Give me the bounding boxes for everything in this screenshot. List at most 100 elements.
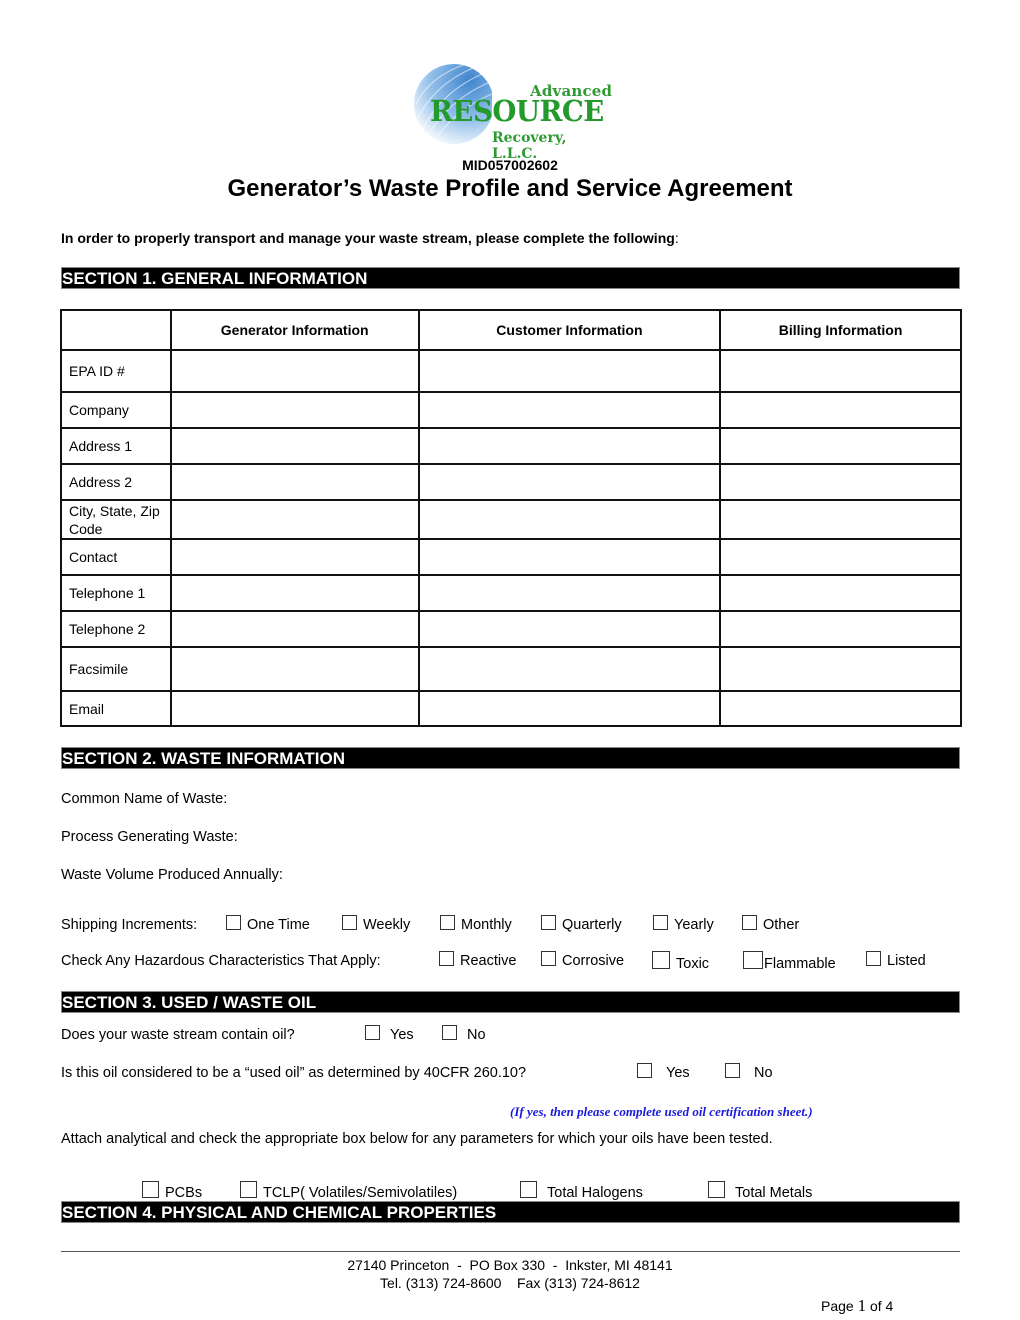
shipping-option-one-time[interactable]: One Time xyxy=(226,915,310,933)
customer-company-field[interactable] xyxy=(417,391,722,429)
waste-volume-field[interactable] xyxy=(322,865,960,885)
option-label: Flammable xyxy=(764,956,836,972)
billing-contact-field[interactable] xyxy=(719,538,962,576)
table-row-contact: Contact xyxy=(60,538,962,576)
intro-text-body: In order to properly transport and manag… xyxy=(61,230,675,246)
billing-city-state-zip-field[interactable] xyxy=(719,499,962,540)
generator-email-field[interactable] xyxy=(169,690,420,727)
row-label: Telephone 2 xyxy=(60,610,172,648)
shipping-option-quarterly[interactable]: Quarterly xyxy=(541,915,622,933)
contains-oil-yes[interactable]: Yes xyxy=(365,1025,414,1043)
test-option-pcbs[interactable]: PCBs xyxy=(142,1181,202,1201)
used-oil-no[interactable]: No xyxy=(725,1063,773,1081)
checkbox-icon[interactable] xyxy=(365,1025,380,1040)
row-label: Company xyxy=(60,391,172,429)
shipping-option-monthly[interactable]: Monthly xyxy=(440,915,512,933)
checkbox-icon[interactable] xyxy=(725,1063,740,1078)
checkbox-icon[interactable] xyxy=(342,915,357,930)
checkbox-icon[interactable] xyxy=(442,1025,457,1040)
generator-address-1-field[interactable] xyxy=(169,427,420,465)
checkbox-icon[interactable] xyxy=(226,915,241,930)
generator-contact-field[interactable] xyxy=(169,538,420,576)
process-generating-field[interactable] xyxy=(270,827,960,847)
checkbox-icon[interactable] xyxy=(520,1181,537,1198)
checkbox-icon[interactable] xyxy=(142,1181,159,1198)
customer-address-1-field[interactable] xyxy=(417,427,722,465)
hazard-option-reactive[interactable]: Reactive xyxy=(439,951,516,969)
billing-address-2-field[interactable] xyxy=(719,463,962,501)
section-4-heading: SECTION 4. PHYSICAL AND CHEMICAL PROPERT… xyxy=(61,1201,960,1223)
customer-address-2-field[interactable] xyxy=(417,463,722,501)
option-label: No xyxy=(754,1065,773,1081)
shipping-option-weekly[interactable]: Weekly xyxy=(342,915,410,933)
customer-facsimile-field[interactable] xyxy=(417,646,722,692)
generator-telephone-1-field[interactable] xyxy=(169,574,420,612)
general-information-table: Generator Information Customer Informati… xyxy=(60,309,962,727)
used-oil-yes[interactable]: Yes xyxy=(637,1063,690,1081)
used-oil-certification-note: (If yes, then please complete used oil c… xyxy=(510,1104,813,1119)
option-label: Yearly xyxy=(674,917,714,933)
shipping-option-yearly[interactable]: Yearly xyxy=(653,915,714,933)
test-option-tclp[interactable]: TCLP( Volatiles/Semivolatiles) xyxy=(240,1181,457,1201)
shipping-increments-label: Shipping Increments: xyxy=(61,917,198,933)
logo-text-resource: RESOURCE xyxy=(430,94,604,128)
generator-company-field[interactable] xyxy=(169,391,420,429)
checkbox-icon[interactable] xyxy=(743,951,763,969)
customer-email-field[interactable] xyxy=(417,690,722,727)
hazard-option-corrosive[interactable]: Corrosive xyxy=(541,951,624,969)
generator-facsimile-field[interactable] xyxy=(169,646,420,692)
billing-company-field[interactable] xyxy=(719,391,962,429)
generator-city-state-zip-field[interactable] xyxy=(169,499,420,540)
table-row-address-1: Address 1 xyxy=(60,427,962,465)
billing-facsimile-field[interactable] xyxy=(719,646,962,692)
column-header-generator: Generator Information xyxy=(169,309,420,351)
section-2-heading: SECTION 2. WASTE INFORMATION xyxy=(61,747,960,769)
customer-city-state-zip-field[interactable] xyxy=(417,499,722,540)
customer-telephone-2-field[interactable] xyxy=(417,610,722,648)
contains-oil-no[interactable]: No xyxy=(442,1025,486,1043)
generator-telephone-2-field[interactable] xyxy=(169,610,420,648)
customer-telephone-1-field[interactable] xyxy=(417,574,722,612)
checkbox-icon[interactable] xyxy=(653,915,668,930)
hazard-option-listed[interactable]: Listed xyxy=(866,951,926,969)
shipping-option-other[interactable]: Other xyxy=(742,915,799,933)
option-label: Monthly xyxy=(461,917,512,933)
footer-divider xyxy=(61,1251,960,1252)
test-option-total-halogens[interactable]: Total Halogens xyxy=(520,1181,643,1201)
checkbox-icon[interactable] xyxy=(742,915,757,930)
customer-contact-field[interactable] xyxy=(417,538,722,576)
checkbox-icon[interactable] xyxy=(652,951,670,969)
checkbox-icon[interactable] xyxy=(541,915,556,930)
checkbox-icon[interactable] xyxy=(541,951,556,966)
checkbox-icon[interactable] xyxy=(866,951,881,966)
option-label: Other xyxy=(763,917,800,933)
test-option-total-metals[interactable]: Total Metals xyxy=(708,1181,812,1201)
checkbox-icon[interactable] xyxy=(240,1181,257,1198)
footer-address: 27140 Princeton - PO Box 330 - Inkster, … xyxy=(347,1257,673,1273)
billing-epa-id-field[interactable] xyxy=(719,349,962,393)
billing-email-field[interactable] xyxy=(719,690,962,727)
generator-address-2-field[interactable] xyxy=(169,463,420,501)
checkbox-icon[interactable] xyxy=(440,915,455,930)
table-row-email: Email xyxy=(60,690,962,727)
checkbox-icon[interactable] xyxy=(637,1063,652,1078)
footer-phones: Tel. (313) 724-8600 Fax (313) 724-8612 xyxy=(380,1275,640,1291)
hazard-option-flammable[interactable]: Flammable xyxy=(743,951,836,972)
hazard-option-toxic[interactable]: Toxic xyxy=(652,951,709,972)
checkbox-icon[interactable] xyxy=(439,951,454,966)
billing-address-1-field[interactable] xyxy=(719,427,962,465)
customer-epa-id-field[interactable] xyxy=(417,349,722,393)
common-name-field[interactable] xyxy=(260,789,960,809)
checkbox-icon[interactable] xyxy=(708,1181,725,1198)
row-label: EPA ID # xyxy=(60,349,172,393)
billing-telephone-2-field[interactable] xyxy=(719,610,962,648)
page-current: 1 xyxy=(857,1296,867,1315)
row-label: Email xyxy=(60,690,172,727)
billing-telephone-1-field[interactable] xyxy=(719,574,962,612)
generator-epa-id-field[interactable] xyxy=(169,349,420,393)
row-label: City, State, Zip Code xyxy=(60,499,172,540)
epa-number: MID057002602 xyxy=(462,157,558,173)
option-label: Listed xyxy=(887,953,926,969)
table-row-company: Company xyxy=(60,391,962,429)
waste-volume-label: Waste Volume Produced Annually: xyxy=(61,867,283,883)
